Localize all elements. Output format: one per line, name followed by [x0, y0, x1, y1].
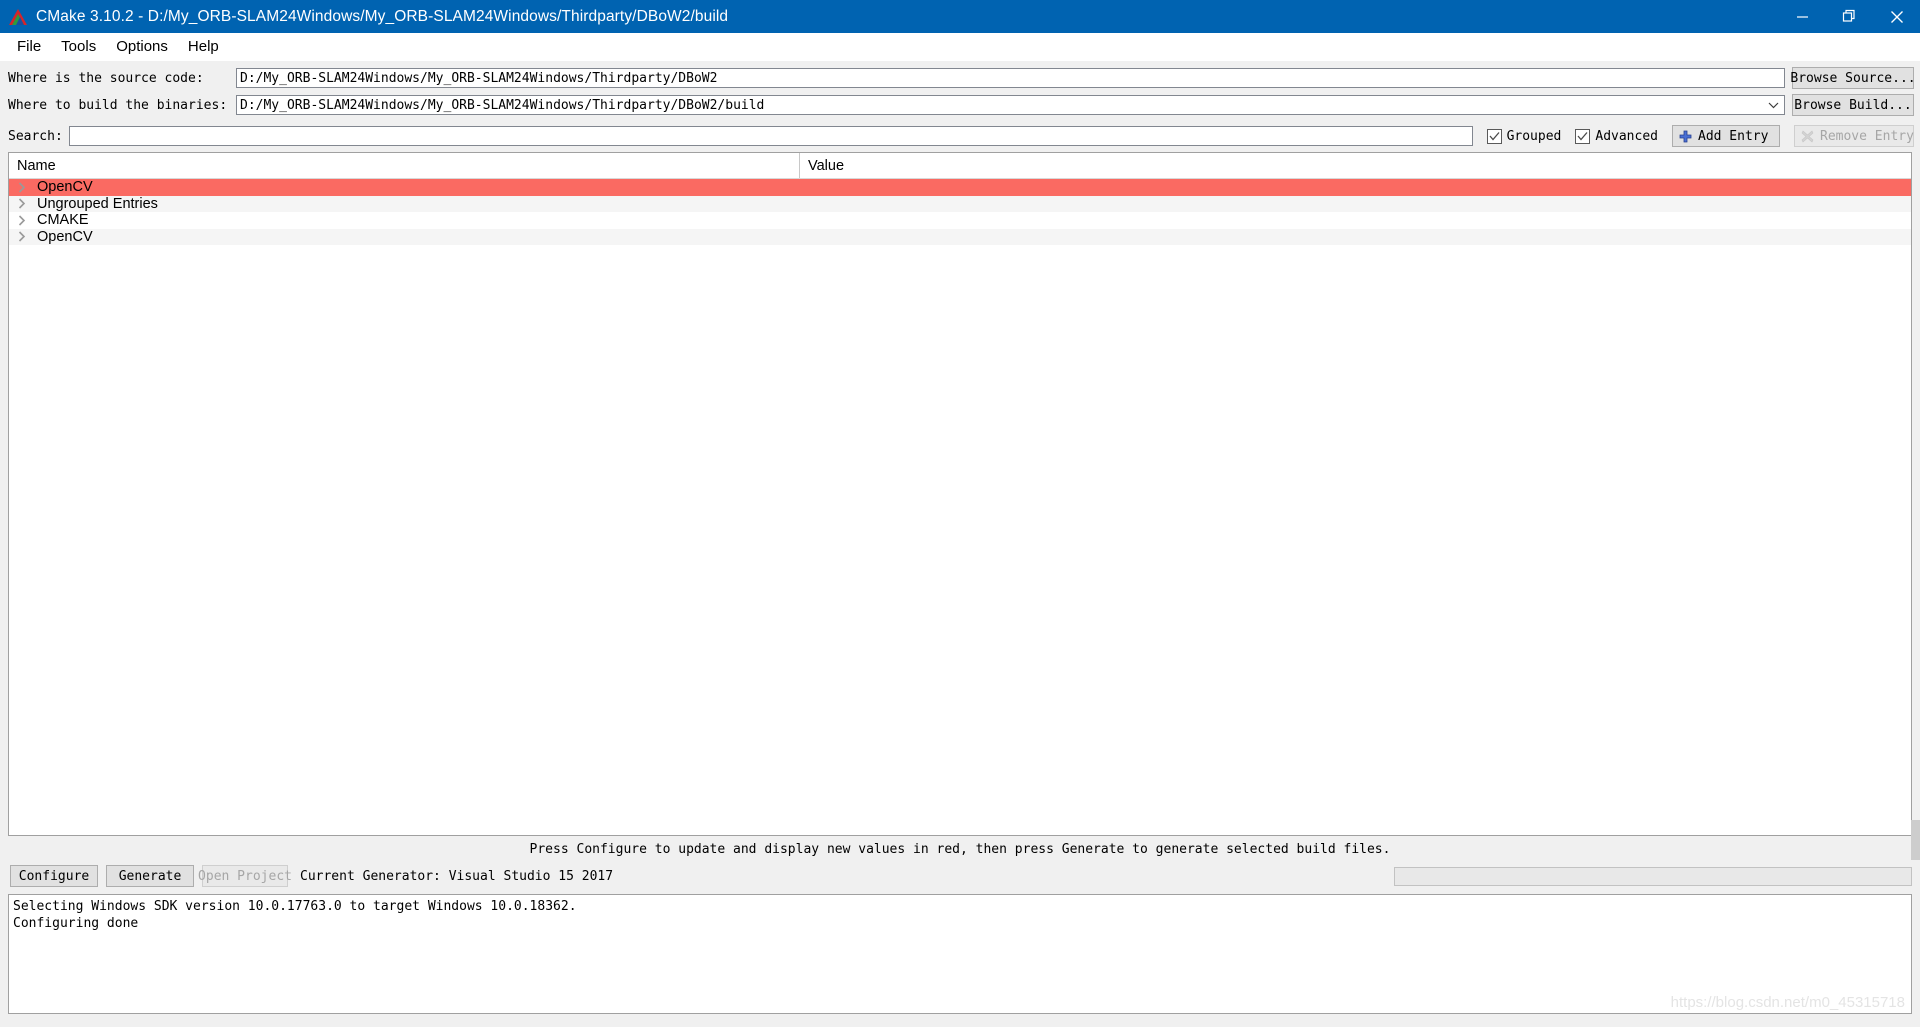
generate-button[interactable]: Generate	[106, 865, 194, 887]
menu-item-file[interactable]: File	[7, 35, 51, 58]
status-message-bar: Press Configure to update and display ne…	[0, 836, 1920, 862]
status-message: Press Configure to update and display ne…	[529, 841, 1391, 857]
advanced-label: Advanced	[1595, 128, 1658, 144]
menu-item-options[interactable]: Options	[106, 35, 178, 58]
table-header: Name Value	[9, 153, 1911, 179]
minimize-icon[interactable]	[1779, 0, 1826, 33]
window-title: CMake 3.10.2 - D:/My_ORB-SLAM24Windows/M…	[36, 7, 729, 25]
table-row[interactable]: CMAKE	[9, 212, 1911, 229]
chevron-right-icon[interactable]	[9, 215, 35, 226]
cmake-logo-icon	[9, 8, 27, 26]
path-section: Where is the source code: D:/My_ORB-SLAM…	[0, 61, 1920, 123]
build-path-row: Where to build the binaries: D:/My_ORB-S…	[0, 94, 1920, 116]
cache-variables-table[interactable]: Name Value OpenCV Ungrouped Entries CMAK…	[8, 152, 1912, 836]
source-path-row: Where is the source code: D:/My_ORB-SLAM…	[0, 67, 1920, 89]
build-path-input[interactable]: D:/My_ORB-SLAM24Windows/My_ORB-SLAM24Win…	[236, 95, 1785, 115]
row-name: Ungrouped Entries	[37, 195, 158, 212]
configure-button[interactable]: Configure	[10, 865, 98, 887]
grouped-label: Grouped	[1506, 128, 1562, 144]
chevron-right-icon[interactable]	[9, 198, 35, 209]
build-path-label: Where to build the binaries:	[8, 97, 228, 113]
output-scrollbar[interactable]	[1911, 820, 1920, 860]
plus-icon	[1679, 130, 1692, 143]
checkmark-icon	[1575, 128, 1591, 144]
grouped-checkbox[interactable]: Grouped	[1486, 128, 1562, 144]
action-bar: Configure Generate Open Project Current …	[0, 862, 1920, 890]
row-name: OpenCV	[35, 179, 93, 196]
close-icon[interactable]	[1873, 0, 1920, 33]
search-label: Search:	[8, 128, 63, 144]
column-header-value[interactable]: Value	[800, 153, 1911, 178]
row-name: CMAKE	[37, 212, 89, 229]
table-row[interactable]: Ungrouped Entries	[9, 195, 1911, 212]
remove-entry-label: Remove Entry	[1820, 128, 1914, 144]
browse-build-button[interactable]: Browse Build...	[1792, 94, 1914, 116]
open-project-button: Open Project	[198, 865, 292, 887]
scrollbar-thumb[interactable]	[1911, 820, 1920, 860]
search-input[interactable]	[68, 126, 1473, 146]
title-bar: CMake 3.10.2 - D:/My_ORB-SLAM24Windows/M…	[0, 0, 1920, 33]
menu-item-tools[interactable]: Tools	[51, 35, 106, 58]
menu-item-help[interactable]: Help	[178, 35, 229, 58]
search-toolbar: Search: Grouped Advanced Add Entry Remov…	[0, 123, 1920, 152]
window-controls	[1779, 0, 1920, 33]
watermark-text: https://blog.csdn.net/m0_45315718	[1670, 994, 1905, 1011]
progress-bar	[1394, 866, 1912, 886]
add-entry-label: Add Entry	[1698, 128, 1769, 144]
remove-entry-button: Remove Entry	[1794, 125, 1914, 147]
remove-x-icon	[1801, 130, 1814, 143]
table-row[interactable]: OpenCV	[9, 179, 1911, 196]
restore-icon[interactable]	[1826, 0, 1873, 33]
source-path-label: Where is the source code:	[8, 70, 204, 86]
chevron-right-icon[interactable]	[9, 231, 35, 242]
menu-bar: File Tools Options Help	[0, 33, 1920, 61]
chevron-down-icon[interactable]	[1768, 96, 1779, 114]
chevron-right-icon[interactable]	[9, 182, 35, 193]
checkmark-icon	[1486, 128, 1502, 144]
row-name: OpenCV	[37, 228, 93, 245]
advanced-checkbox[interactable]: Advanced	[1575, 128, 1658, 144]
source-path-input[interactable]: D:/My_ORB-SLAM24Windows/My_ORB-SLAM24Win…	[236, 68, 1785, 88]
output-log-text: Selecting Windows SDK version 10.0.17763…	[13, 899, 577, 931]
column-header-name[interactable]: Name	[9, 153, 800, 178]
output-log-panel[interactable]: Selecting Windows SDK version 10.0.17763…	[8, 894, 1912, 1014]
build-path-value: D:/My_ORB-SLAM24Windows/My_ORB-SLAM24Win…	[240, 97, 765, 113]
table-row[interactable]: OpenCV	[9, 228, 1911, 245]
add-entry-button[interactable]: Add Entry	[1672, 125, 1780, 147]
current-generator-label: Current Generator: Visual Studio 15 2017	[300, 868, 614, 884]
browse-source-button[interactable]: Browse Source...	[1790, 67, 1916, 89]
